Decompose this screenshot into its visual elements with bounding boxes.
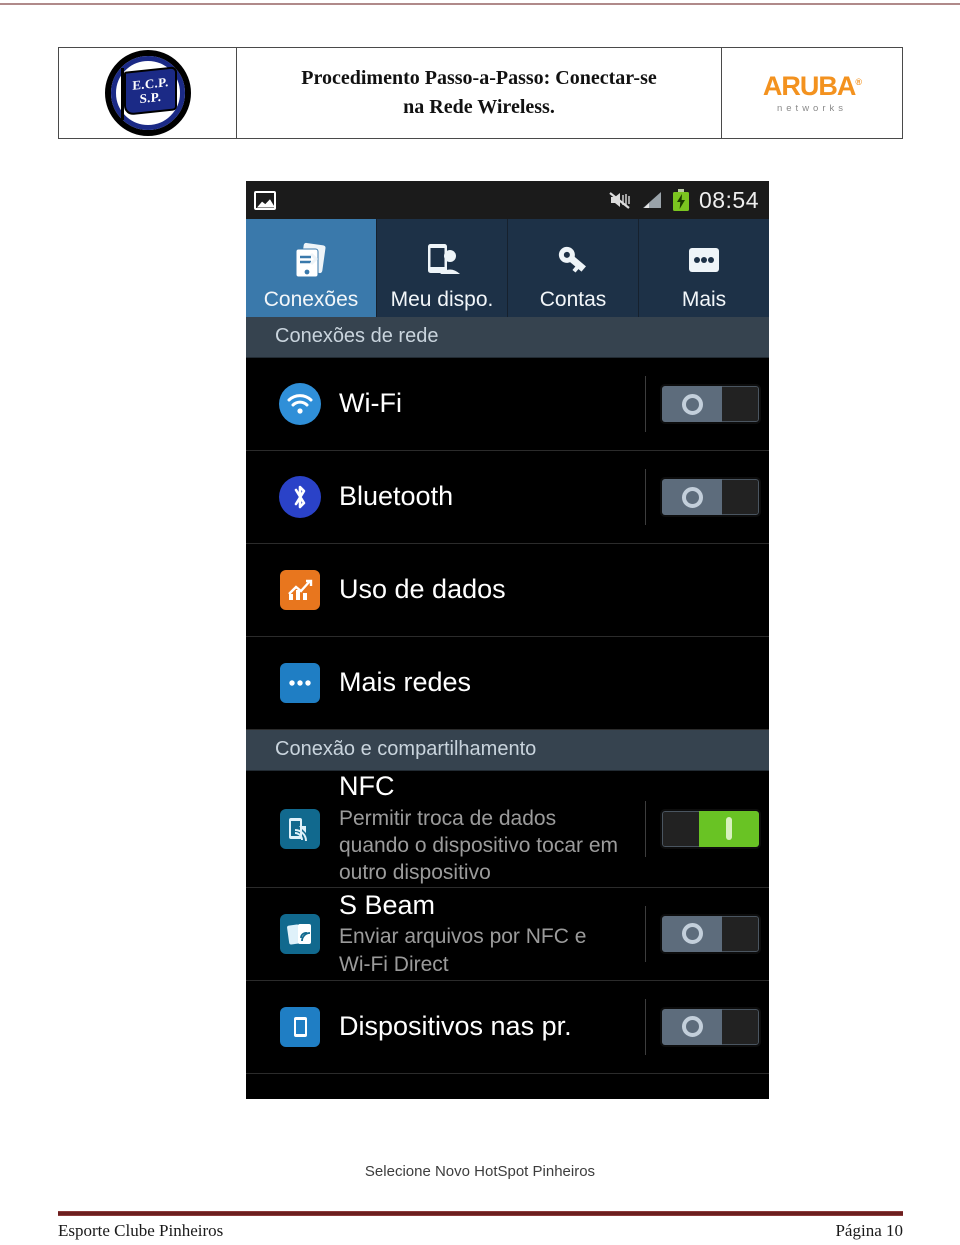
wifi-toggle[interactable]: [660, 384, 761, 424]
section-header-network: Conexões de rede: [246, 317, 769, 358]
page-top-rule: [0, 3, 960, 5]
row-title: Dispositivos nas pr.: [339, 1010, 572, 1041]
tab-meu-dispositivo[interactable]: Meu dispo.: [377, 219, 508, 317]
row-s-beam[interactable]: S Beam Enviar arquivos por NFC e Wi-Fi D…: [246, 887, 769, 981]
row-title: Mais redes: [339, 667, 472, 698]
nfc-toggle[interactable]: [660, 808, 761, 849]
wifi-icon: [273, 383, 327, 425]
footer-page-number: Página 10: [835, 1221, 903, 1240]
row-title: NFC: [339, 771, 395, 801]
row-bluetooth[interactable]: Bluetooth: [246, 451, 769, 544]
tab-label: Mais: [681, 287, 727, 311]
my-device-icon: [420, 235, 464, 287]
row-divider: [645, 905, 646, 962]
emblem-line-2: S.P.: [139, 88, 161, 107]
connections-icon: [289, 235, 333, 287]
battery-charging-icon: [672, 189, 689, 211]
nearby-devices-icon: [273, 1006, 327, 1047]
row-title: Bluetooth: [339, 481, 454, 512]
accounts-icon: [551, 235, 595, 287]
nfc-icon: [273, 808, 327, 849]
aruba-tagline: networks: [776, 102, 847, 114]
club-emblem-icon: E.C.P. S.P.: [104, 50, 191, 136]
row-divider: [645, 376, 646, 432]
registered-mark: ®: [855, 76, 862, 87]
nearby-devices-toggle[interactable]: [660, 1006, 761, 1047]
aruba-wordmark: ARUBA: [762, 70, 856, 101]
document-header: E.C.P. S.P. Procedimento Passo-a-Passo: …: [58, 47, 903, 139]
row-mais-redes[interactable]: Mais redes: [246, 637, 769, 730]
bluetooth-toggle[interactable]: [660, 477, 761, 517]
section-header-sharing: Conexão e compartilhamento: [246, 730, 769, 771]
tab-label: Contas: [539, 287, 607, 311]
row-title: S Beam: [339, 889, 436, 920]
document-title-line-2: na Rede Wireless.: [403, 96, 555, 118]
bluetooth-icon: [273, 476, 327, 518]
tab-conexoes[interactable]: Conexões: [246, 219, 377, 317]
footer-left-text: Esporte Clube Pinheiros: [58, 1221, 224, 1240]
signal-bars-icon: [642, 192, 661, 208]
data-usage-icon: [273, 570, 327, 610]
row-subtitle: Permitir troca de dados quando o disposi…: [339, 806, 618, 885]
row-wifi[interactable]: Wi-Fi: [246, 358, 769, 451]
more-networks-icon: [273, 663, 327, 703]
document-title-line-1: Procedimento Passo-a-Passo: Conectar-se: [301, 67, 657, 89]
screenshot-icon: [254, 190, 276, 210]
mute-icon: [609, 192, 630, 209]
document-title-cell: Procedimento Passo-a-Passo: Conectar-se …: [237, 48, 722, 138]
more-dots-icon: [682, 235, 726, 287]
document-footer: Esporte Clube Pinheiros Página 10: [58, 1221, 903, 1241]
status-bar-clock: 08:54: [698, 186, 759, 213]
s-beam-toggle[interactable]: [660, 913, 761, 954]
tab-contas[interactable]: Contas: [508, 219, 639, 317]
aruba-networks-logo: ARUBA® networks: [762, 70, 862, 114]
figure-caption: Selecione Novo HotSpot Pinheiros: [364, 1163, 596, 1180]
row-nfc[interactable]: NFC Permitir troca de dados quando o dis…: [246, 771, 769, 888]
document-page: E.C.P. S.P. Procedimento Passo-a-Passo: …: [0, 0, 960, 1245]
row-dispositivos-nas-proximidades[interactable]: Dispositivos nas pr.: [246, 980, 769, 1074]
footer-rule: [58, 1211, 903, 1216]
tab-label: Conexões: [263, 287, 359, 311]
sbeam-icon: [273, 913, 327, 954]
row-title: Wi-Fi: [339, 388, 402, 419]
club-logo-cell: E.C.P. S.P.: [59, 48, 237, 138]
row-divider: [645, 469, 646, 525]
row-uso-de-dados[interactable]: Uso de dados: [246, 544, 769, 637]
android-status-bar: 08:54: [246, 181, 769, 219]
row-divider: [645, 800, 646, 857]
tab-label: Meu dispo.: [390, 287, 494, 311]
phone-screenshot: 08:54 Conexões Meu dispo. Contas Mais Co…: [246, 181, 769, 1099]
row-subtitle: Enviar arquivos por NFC e Wi-Fi Direct: [339, 925, 587, 976]
aruba-logo-cell: ARUBA® networks: [722, 48, 902, 138]
settings-tab-bar[interactable]: Conexões Meu dispo. Contas Mais: [246, 219, 769, 317]
tab-mais[interactable]: Mais: [639, 219, 769, 317]
row-divider: [645, 998, 646, 1055]
row-title: Uso de dados: [339, 574, 506, 605]
